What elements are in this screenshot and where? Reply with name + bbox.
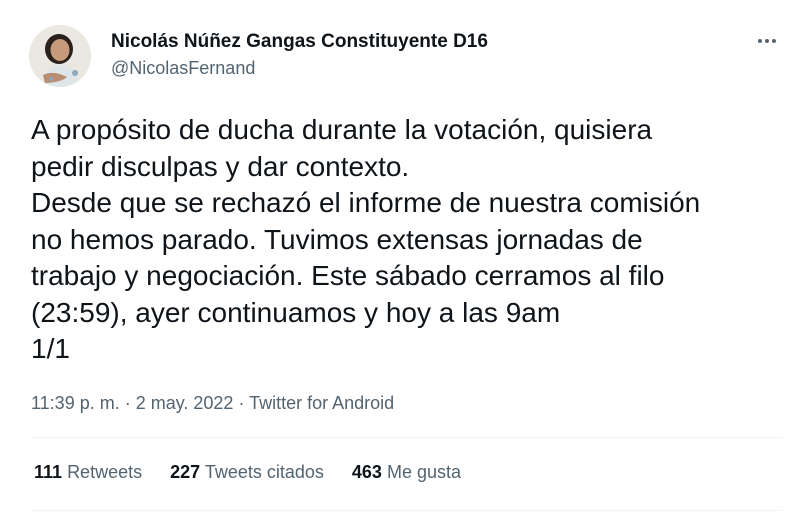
tweet-line: (23:59), ayer continuamos y hoy a las 9a…: [31, 296, 561, 328]
tweet-line: Desde que se rechazó el informe de nuest…: [31, 187, 701, 218]
author-name[interactable]: Nicolás Núñez Gangas Constituyente D16: [111, 31, 488, 53]
retweets-stat[interactable]: 111 Retweets: [34, 462, 142, 483]
tweet-source[interactable]: Twitter for Android: [249, 393, 394, 413]
tweet-line: trabajo y negociación. Este sábado cerra…: [31, 260, 665, 291]
tweet-line: pedir disculpas y dar contexto.: [31, 150, 410, 182]
tweet-meta: 11:39 p. m. · 2 may. 2022 · Twitter for …: [31, 393, 394, 414]
likes-label: Me gusta: [386, 462, 462, 482]
retweets-count: 111: [34, 462, 63, 482]
tweet-time[interactable]: 11:39 p. m.: [31, 393, 120, 413]
tweet-text: A propósito de ducha durante la votación…: [31, 112, 776, 368]
likes-count: 463: [351, 462, 382, 482]
tweet-date[interactable]: 2 may. 2022: [136, 393, 234, 413]
tweet-line: A propósito de ducha durante la votación…: [31, 114, 653, 145]
meta-separator: ·: [233, 393, 250, 413]
more-options-icon[interactable]: [752, 30, 782, 52]
meta-separator: ·: [119, 393, 136, 413]
quotes-count: 227: [170, 462, 201, 482]
retweets-label: Retweets: [67, 462, 143, 482]
tweet-stats: 111 Retweets 227 Tweets citados 463 Me g…: [34, 462, 489, 483]
author-handle[interactable]: @NicolasFernand: [111, 58, 255, 79]
divider: [31, 437, 782, 438]
avatar-image: [29, 25, 91, 87]
tweet-line: 1/1: [31, 333, 70, 364]
divider: [31, 510, 782, 511]
avatar[interactable]: [29, 25, 91, 87]
tweet-card: Nicolás Núñez Gangas Constituyente D16 @…: [0, 0, 796, 520]
quotes-label: Tweets citados: [204, 462, 324, 482]
quotes-stat[interactable]: 227 Tweets citados: [170, 462, 324, 483]
tweet-line: no hemos parado. Tuvimos extensas jornad…: [31, 223, 643, 255]
likes-stat[interactable]: 463 Me gusta: [352, 462, 461, 483]
